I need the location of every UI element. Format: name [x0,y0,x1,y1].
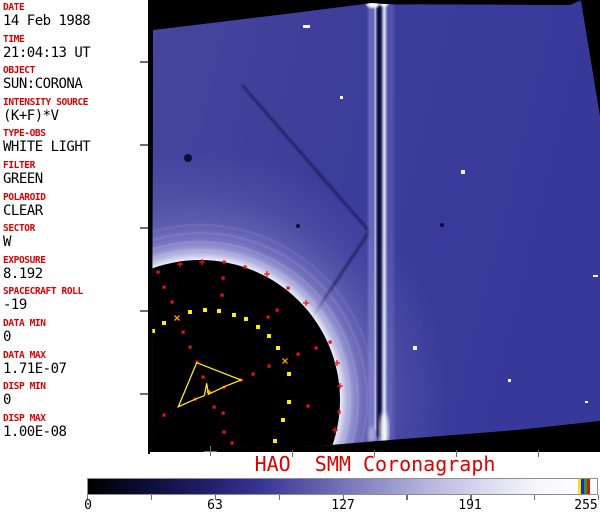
metadata-value: 1.71E-07 [3,360,67,377]
metadata-field: TIME 21:04:13 UT [3,34,148,60]
colorbar-tick [150,495,153,500]
metadata-field: DATA MIN 0 [3,318,148,344]
metadata-panel: DATE 14 Feb 1988 TIME 21:04:13 UT OBJECT SUN:… [0,0,148,452]
bottom-axis-tick-arm [204,450,217,453]
colorbar-tick [278,495,280,500]
metadata-field: TYPE-OBS WHITE LIGHT [3,128,148,154]
left-axis-tick [140,144,148,146]
metadata-value: GREEN [3,170,43,187]
metadata-field: FILTER GREEN [3,160,148,186]
colorbar-stripe [587,479,590,494]
metadata-value: -19 [3,297,27,314]
metadata-label: POLAROID [3,191,46,203]
colorbar-tick [406,495,408,500]
metadata-field: SPACECRAFT ROLL -19 [3,286,148,312]
coronagraph-image [150,0,600,452]
metadata-label: DATA MAX [3,349,46,361]
metadata-value: 21:04:13 UT [3,44,91,61]
metadata-field: INTENSITY SOURCE (K+F)*V [3,97,148,123]
metadata-value: WHITE LIGHT [3,139,91,156]
metadata-label: DISP MAX [3,412,46,424]
metadata-field: DISP MIN 0 [3,381,148,407]
metadata-value: 0 [3,328,11,345]
colorbar-label: 0 [84,498,92,512]
metadata-field: OBJECT SUN:CORONA [3,65,148,91]
metadata-label: DISP MIN [3,381,46,393]
image-caption: HAO SMM Coronagraph [254,452,496,476]
metadata-value: 0 [3,392,11,409]
metadata-field: SECTOR W [3,223,148,249]
metadata-value: (K+F)*V [3,107,59,124]
colorbar-label: 63 [207,498,223,512]
left-axis-tick [140,61,148,63]
metadata-field: EXPOSURE 8.192 [3,255,148,281]
metadata-field: POLAROID CLEAR [3,192,148,218]
metadata-label: EXPOSURE [3,254,46,266]
left-axis-tick [140,310,148,312]
left-axis-tick [140,393,148,395]
metadata-field: DATE 14 Feb 1988 [3,2,148,28]
metadata-value: CLEAR [3,202,43,219]
left-axis-tick [140,227,148,229]
colorbar [87,478,598,495]
metadata-value: 8.192 [3,265,43,282]
metadata-label: SECTOR [3,223,35,235]
metadata-field: DISP MAX 1.00E-08 [3,413,148,439]
metadata-label: INTENSITY SOURCE [3,96,89,108]
metadata-label: DATA MIN [3,317,46,329]
metadata-value: W [3,234,11,251]
colorbar-label: 191 [458,498,482,512]
metadata-field: DATA MAX 1.71E-07 [3,350,148,376]
smm-coronagraph-viewer: DATE 14 Feb 1988 TIME 21:04:13 UT OBJECT SUN:… [0,0,600,512]
metadata-value: 14 Feb 1988 [3,13,91,29]
metadata-value: SUN:CORONA [3,76,83,93]
colorbar-tick [534,495,536,500]
colorbar-tick [598,495,600,500]
colorbar-label: 255 [574,498,598,512]
metadata-label: TIME [3,33,25,45]
colorbar-label: 127 [331,498,355,512]
metadata-value: 1.00E-08 [3,423,67,440]
